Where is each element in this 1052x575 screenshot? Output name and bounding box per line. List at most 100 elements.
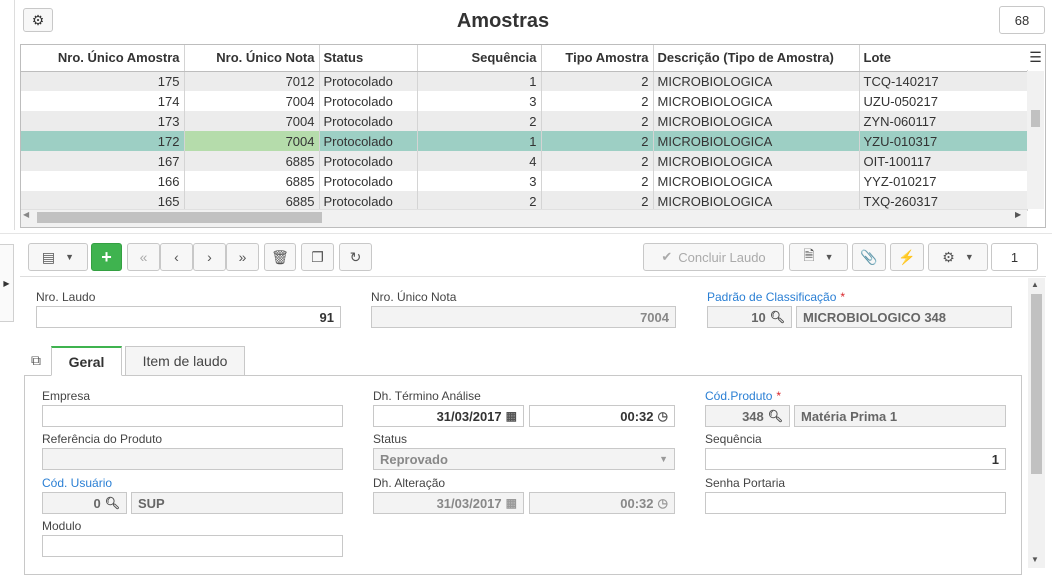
cell-sequencia: 3 <box>417 171 542 191</box>
tab-item-de-laudo[interactable]: Item de laudo <box>125 346 245 376</box>
grid-header-row: Nro. Único Amostra Nro. Único Nota Statu… <box>21 45 1028 72</box>
actions-button[interactable]: ⚡ <box>890 243 924 271</box>
scroll-down-icon[interactable]: ▼ <box>1031 555 1039 564</box>
chevron-left-icon: ‹ <box>174 249 179 265</box>
cell-lote: YYZ-010217 <box>859 171 1028 191</box>
table-row[interactable]: 167 6885 Protocolado 4 2 MICROBIOLOGICA … <box>21 151 1028 171</box>
cell-descricao: MICROBIOLOGICA <box>653 171 860 191</box>
grid-horizontal-scroll-thumb[interactable] <box>37 212 322 223</box>
grid-vertical-scroll-thumb[interactable] <box>1031 110 1040 127</box>
search-icon[interactable]: 🔍︎ <box>105 496 120 510</box>
cell-status: Protocolado <box>319 191 418 211</box>
table-view-icon: ▤ <box>41 248 56 265</box>
cell-sequencia: 1 <box>417 71 542 91</box>
cell-lote: TCQ-140217 <box>859 71 1028 91</box>
refresh-button[interactable]: ↻ <box>339 243 372 271</box>
table-row[interactable]: 165 6885 Protocolado 2 2 MICROBIOLOGICA … <box>21 191 1028 211</box>
empresa-field[interactable] <box>42 405 343 427</box>
cell-status: Protocolado <box>319 111 418 131</box>
modulo-field[interactable] <box>42 535 343 557</box>
table-row[interactable]: 174 7004 Protocolado 3 2 MICROBIOLOGICA … <box>21 91 1028 111</box>
scroll-right-icon[interactable]: ▶ <box>1015 210 1021 219</box>
triangle-right-icon: ▶ <box>3 278 10 288</box>
cell-nota: 7004 <box>184 131 320 151</box>
copy-tabs-icon[interactable]: ⧉ <box>31 352 41 369</box>
grid-vertical-scrollbar[interactable] <box>1027 71 1044 209</box>
cod-usuario-code-field[interactable]: 0 🔍︎ <box>42 492 127 514</box>
col-header-tipo-amostra[interactable]: Tipo Amostra <box>541 45 654 72</box>
delete-button[interactable]: 🗑 <box>264 243 296 271</box>
check-icon: ✔ <box>661 249 673 264</box>
cod-usuario-label: Cód. Usuário <box>42 476 113 490</box>
cell-status: Protocolado <box>319 151 418 171</box>
cod-produto-code-field[interactable]: 348 🔍︎ <box>705 405 790 427</box>
cell-nota: 6885 <box>184 171 320 191</box>
scroll-left-icon[interactable]: ◀ <box>23 210 29 219</box>
cod-usuario-desc-field: SUP <box>131 492 343 514</box>
scroll-up-icon[interactable]: ▲ <box>1031 280 1039 289</box>
col-header-sequencia[interactable]: Sequência <box>417 45 542 72</box>
dh-alteracao-time-field: 00:32 ◷ <box>529 492 675 514</box>
cell-amostra: 166 <box>21 171 185 191</box>
col-header-nro-amostra[interactable]: Nro. Único Amostra <box>21 45 185 72</box>
export-dropdown-button[interactable]: 🗎 ▼ <box>789 243 848 271</box>
nro-laudo-field[interactable]: 91 <box>36 306 341 328</box>
cod-produto-label: Cód.Produto * <box>705 389 782 403</box>
first-record-button[interactable]: « <box>127 243 160 271</box>
form-vertical-scroll-thumb[interactable] <box>1031 294 1042 474</box>
sequencia-field[interactable]: 1 <box>705 448 1006 470</box>
caret-down-icon: ▼ <box>65 252 75 262</box>
tab-geral[interactable]: Geral <box>51 346 122 376</box>
concluir-laudo-button[interactable]: ✔ Concluir Laudo <box>643 243 784 271</box>
form-settings-dropdown-button[interactable]: ⚙ ▼ <box>928 243 988 271</box>
cell-tipo: 2 <box>541 71 654 91</box>
next-record-button[interactable]: › <box>193 243 226 271</box>
cell-tipo: 2 <box>541 111 654 131</box>
cell-amostra: 172 <box>21 131 185 151</box>
cell-nota: 6885 <box>184 151 320 171</box>
plus-icon: + <box>101 246 112 267</box>
table-row[interactable]: 175 7012 Protocolado 1 2 MICROBIOLOGICA … <box>21 71 1028 91</box>
calendar-icon[interactable]: ▦ <box>506 409 517 423</box>
senha-portaria-field[interactable] <box>705 492 1006 514</box>
clock-icon[interactable]: ◷ <box>658 409 668 423</box>
add-record-button[interactable]: + <box>91 243 122 271</box>
search-icon[interactable]: 🔍︎ <box>770 310 785 324</box>
col-header-status[interactable]: Status <box>319 45 418 72</box>
caret-down-icon: ▼ <box>824 252 834 262</box>
padrao-classificacao-code-field[interactable]: 10 🔍︎ <box>707 306 792 328</box>
table-row[interactable]: 173 7004 Protocolado 2 2 MICROBIOLOGICA … <box>21 111 1028 131</box>
cell-tipo: 2 <box>541 91 654 111</box>
cell-tipo: 2 <box>541 151 654 171</box>
cell-status: Protocolado <box>319 131 418 151</box>
attachment-button[interactable]: 📎 <box>852 243 886 271</box>
hamburger-icon: ☰ <box>1029 49 1042 65</box>
col-header-lote[interactable]: Lote <box>859 45 1028 72</box>
dh-termino-time-field[interactable]: 00:32 ◷ <box>529 405 675 427</box>
file-export-icon: 🗎 <box>803 247 815 263</box>
cell-descricao: MICROBIOLOGICA <box>653 71 860 91</box>
cell-sequencia: 3 <box>417 91 542 111</box>
cell-tipo: 2 <box>541 191 654 211</box>
cell-tipo: 2 <box>541 131 654 151</box>
cell-sequencia: 2 <box>417 111 542 131</box>
previous-record-button[interactable]: ‹ <box>160 243 193 271</box>
side-panel-toggle[interactable]: ▶ <box>0 244 14 322</box>
table-row-selected[interactable]: 172 7004 Protocolado 1 2 MICROBIOLOGICA … <box>21 131 1028 151</box>
cell-lote: YZU-010317 <box>859 131 1028 151</box>
col-header-descricao[interactable]: Descrição (Tipo de Amostra) <box>653 45 860 72</box>
dh-termino-date-field[interactable]: 31/03/2017 ▦ <box>373 405 524 427</box>
table-row[interactable]: 166 6885 Protocolado 3 2 MICROBIOLOGICA … <box>21 171 1028 191</box>
cell-descricao: MICROBIOLOGICA <box>653 91 860 111</box>
caret-down-icon: ▼ <box>964 252 974 262</box>
col-header-nro-nota[interactable]: Nro. Único Nota <box>184 45 320 72</box>
nro-unico-nota-field: 7004 <box>371 306 676 328</box>
double-chevron-left-icon: « <box>139 249 148 265</box>
cell-nota: 7012 <box>184 71 320 91</box>
search-icon[interactable]: 🔍︎ <box>768 409 783 423</box>
duplicate-button[interactable]: ❐ <box>301 243 334 271</box>
last-record-button[interactable]: » <box>226 243 259 271</box>
double-chevron-right-icon: » <box>238 249 247 265</box>
grid-view-dropdown-button[interactable]: ▤ ▼ <box>28 243 88 271</box>
grid-columns-menu-button[interactable]: ☰ <box>1026 45 1045 70</box>
